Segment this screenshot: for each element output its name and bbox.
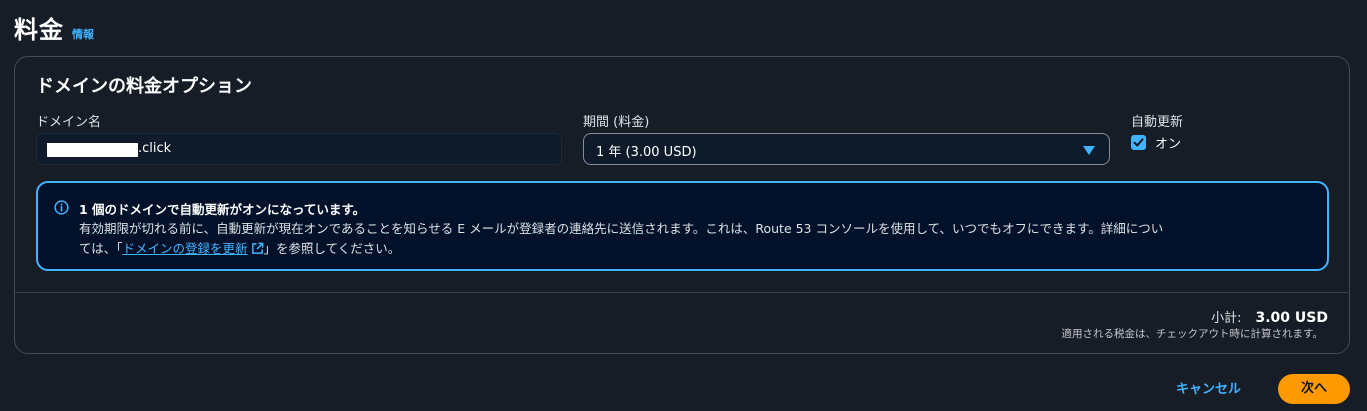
- panel-title: ドメインの料金オプション: [36, 76, 252, 97]
- subtotal-row: 小計: 3.00 USD: [1211, 307, 1328, 326]
- renew-domain-registration-link[interactable]: ドメインの登録を更新: [123, 241, 264, 256]
- next-button[interactable]: 次へ: [1278, 374, 1350, 404]
- page: 料金 情報 ドメインの料金オプション ドメイン名 .click 期間 (料金) …: [0, 0, 1367, 411]
- cancel-button[interactable]: キャンセル: [1176, 378, 1241, 397]
- pricing-options-panel: ドメインの料金オプション ドメイン名 .click 期間 (料金) 1 年 (3…: [14, 56, 1350, 354]
- renew-link-text: ドメインの登録を更新: [122, 241, 248, 256]
- info-link[interactable]: 情報: [72, 26, 94, 42]
- auto-renew-info-alert: 1 個のドメインで自動更新がオンになっています。 有効期限が切れる前に、自動更新…: [36, 181, 1329, 271]
- period-selected-value: 1 年 (3.00 USD): [596, 145, 697, 160]
- caret-down-icon: [1083, 146, 1095, 155]
- divider: [15, 292, 1349, 293]
- period-select[interactable]: 1 年 (3.00 USD): [583, 133, 1110, 165]
- auto-renew-checkbox-label[interactable]: オン: [1155, 133, 1181, 152]
- subtotal-label: 小計:: [1211, 311, 1242, 326]
- tax-note: 適用される税金は、チェックアウト時に計算されます。: [1061, 328, 1323, 340]
- alert-title: 1 個のドメインで自動更新がオンになっています。: [79, 202, 366, 217]
- info-icon: [54, 200, 69, 215]
- domain-name-label: ドメイン名: [36, 115, 102, 130]
- external-link-icon: [251, 242, 263, 254]
- alert-body-line2: ては、「ドメインの登録を更新 」を参照してください。: [79, 239, 1314, 259]
- auto-renew-checkbox[interactable]: [1131, 135, 1146, 150]
- page-title: 料金: [14, 16, 64, 44]
- checkmark-icon: [1133, 138, 1144, 147]
- page-header: 料金 情報: [14, 10, 94, 45]
- auto-renew-label: 自動更新: [1131, 115, 1184, 130]
- domain-name-field: .click: [36, 133, 562, 165]
- period-label: 期間 (料金): [583, 115, 650, 130]
- alert-body-line1: 有効期限が切れる前に、自動更新が現在オンであることを知らせる E メールが登録者…: [79, 221, 1164, 236]
- alert-body-suffix: 」を参照してください。: [263, 241, 401, 256]
- alert-body: 有効期限が切れる前に、自動更新が現在オンであることを知らせる E メールが登録者…: [79, 219, 1314, 259]
- domain-suffix: .click: [138, 141, 172, 156]
- subtotal-value: 3.00 USD: [1255, 310, 1329, 326]
- redacted-domain-mask: [47, 143, 138, 157]
- alert-body-prefix: ては、「: [79, 241, 123, 256]
